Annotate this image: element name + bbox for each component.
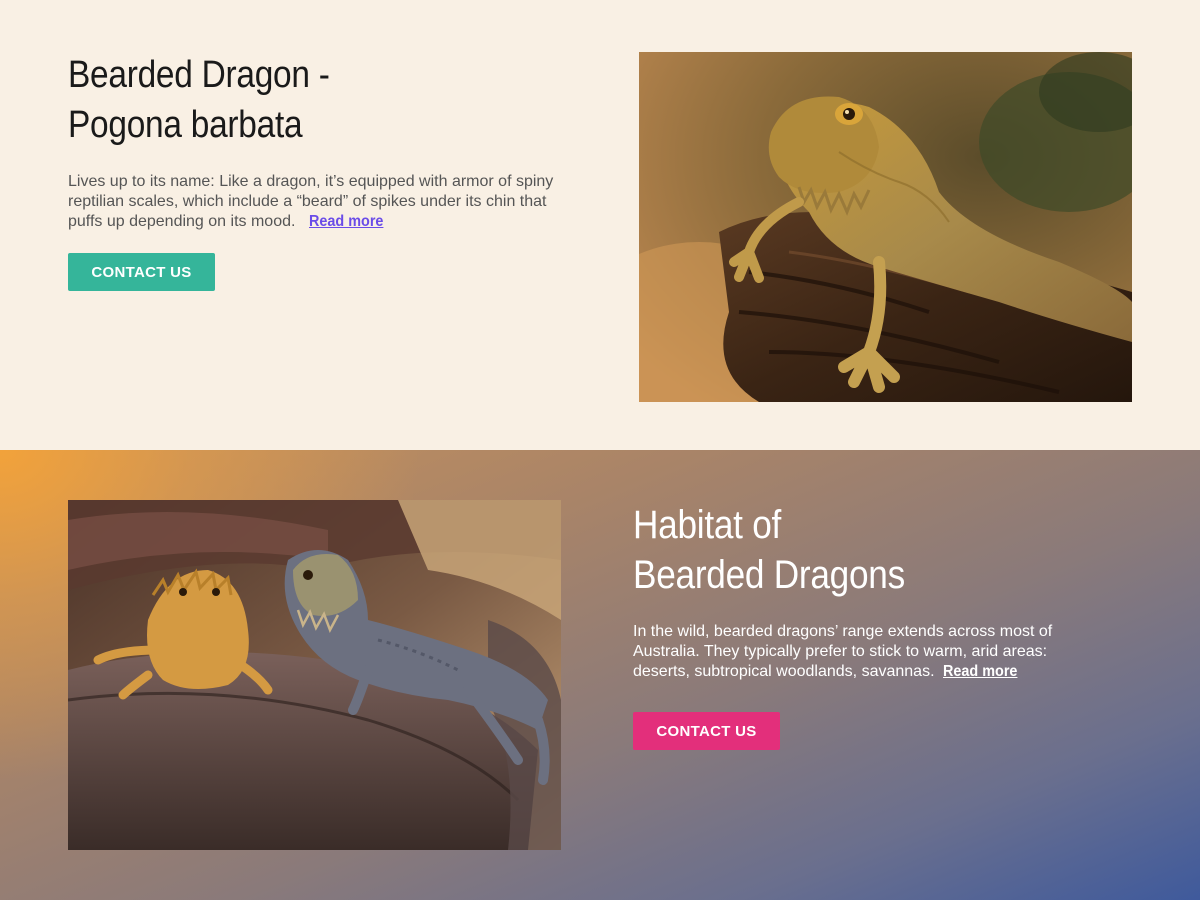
species-title-line1: Bearded Dragon -	[68, 54, 330, 96]
habitat-contact-button[interactable]: CONTACT US	[633, 712, 780, 750]
species-contact-button[interactable]: CONTACT US	[68, 253, 215, 291]
habitat-description: In the wild, bearded dragons’ range exte…	[633, 622, 1103, 682]
species-description: Lives up to its name: Like a dragon, it’…	[68, 172, 568, 232]
species-title-line2: Pogona barbata	[68, 104, 303, 146]
habitat-title-line1: Habitat of	[633, 503, 782, 547]
habitat-title: Habitat of Bearded Dragons	[633, 500, 905, 600]
species-section: Bearded Dragon - Pogona barbata Lives up…	[0, 0, 1200, 450]
two-dragons-photo	[68, 500, 561, 850]
habitat-read-more-link[interactable]: Read more	[943, 662, 1017, 682]
two-bearded-dragons-on-rock-image	[68, 500, 561, 850]
bearded-dragon-on-log-image	[639, 52, 1132, 402]
species-title: Bearded Dragon - Pogona barbata	[68, 50, 330, 150]
bearded-dragon-photo	[639, 52, 1132, 402]
habitat-title-line2: Bearded Dragons	[633, 553, 905, 597]
species-read-more-link[interactable]: Read more	[309, 212, 383, 232]
